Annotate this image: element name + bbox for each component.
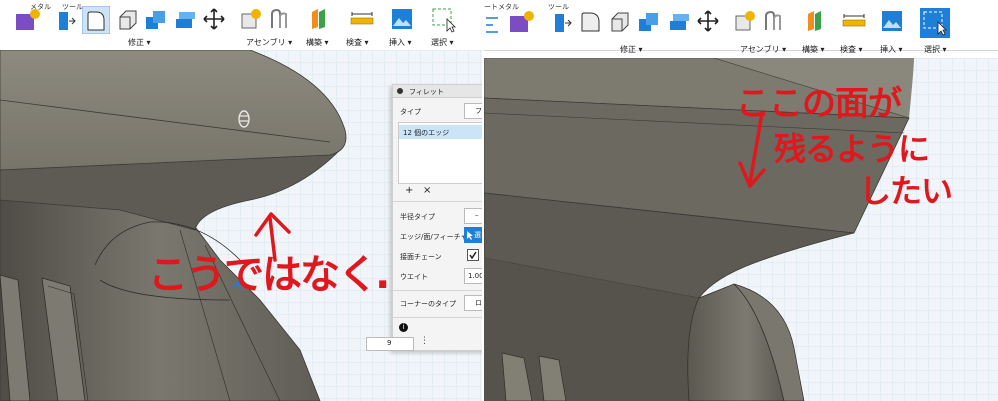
type-dropdown[interactable]: フ	[464, 103, 484, 119]
insert-image-icon[interactable]	[881, 10, 903, 32]
modify-group-label[interactable]: 修正 ▾	[620, 44, 643, 55]
weight-input[interactable]: 1.00	[464, 268, 484, 284]
assembly-group-label[interactable]: アセンブリ ▾	[246, 37, 292, 48]
corner-type-dropdown[interactable]: ロ	[464, 295, 484, 311]
radius-type-label: 半径タイプ	[400, 213, 435, 221]
insert-group-label[interactable]: 挿入 ▾	[880, 44, 903, 55]
combine-icon[interactable]	[637, 11, 661, 33]
toolbar: メタル ツール 修正 ▾ アセンブリ ▾ 構築 ▾ 検査 ▾ 挿入 ▾ 選択 ▾	[0, 0, 484, 51]
edge-select-button[interactable]: 選	[464, 227, 484, 243]
joint-icon[interactable]	[268, 8, 290, 30]
remove-icon[interactable]: ×	[423, 185, 431, 196]
add-icon[interactable]: +	[405, 185, 413, 196]
annotation-right-line1: ここの面が	[736, 84, 902, 124]
assembly-group-label[interactable]: アセンブリ ▾	[740, 44, 786, 55]
press-pull-icon[interactable]	[552, 11, 572, 35]
chamfer-icon[interactable]	[608, 11, 630, 33]
selection-list[interactable]: 12 個のエッジ	[398, 122, 484, 184]
offset-face-icon[interactable]	[173, 9, 197, 31]
more-icon[interactable]: ⋮	[420, 336, 429, 346]
insert-image-icon[interactable]	[391, 8, 413, 30]
toolbar: ートメタル ツール 修正 ▾ アセンブリ ▾ 構築 ▾ 検査 ▾ 挿入 ▾ 選択…	[484, 0, 998, 54]
3d-viewport[interactable]: ここの面が 残るように したい	[484, 58, 998, 401]
select-icon[interactable]	[920, 8, 950, 38]
new-component-icon[interactable]	[734, 10, 756, 32]
annotation-right-line2a: 残るように	[774, 130, 930, 168]
inspect-group-label[interactable]: 検査 ▾	[840, 44, 863, 55]
annotation-left: こうではなく…	[148, 252, 416, 298]
inspect-group-label[interactable]: 検査 ▾	[346, 37, 369, 48]
offset-plane-icon[interactable]	[310, 8, 328, 30]
tangent-chain-checkbox[interactable]	[467, 249, 479, 261]
tangent-chain-label: 接面チェーン	[400, 253, 442, 261]
fillet-icon[interactable]	[579, 10, 603, 34]
panel-title: フィレット	[409, 88, 444, 96]
panel-header: フィレット	[393, 85, 484, 98]
move-icon[interactable]	[697, 10, 719, 32]
move-icon[interactable]	[203, 8, 225, 30]
insert-group-label[interactable]: 挿入 ▾	[389, 37, 412, 48]
annotation-right-line2b: したい	[859, 172, 953, 210]
modify-group-label[interactable]: 修正 ▾	[128, 37, 151, 48]
construct-group-label[interactable]: 構築 ▾	[802, 44, 825, 55]
corner-type-label: コーナーのタイプ	[400, 300, 456, 308]
select-group-label[interactable]: 選択 ▾	[924, 44, 947, 55]
measure-icon[interactable]	[842, 14, 866, 28]
right-screenshot: ートメタル ツール 修正 ▾ アセンブリ ▾ 構築 ▾ 検査 ▾ 挿入 ▾ 選択…	[484, 0, 998, 401]
construct-group-label[interactable]: 構築 ▾	[306, 37, 329, 48]
info-icon[interactable]: i	[399, 323, 408, 332]
fillet-panel: フィレット タイプ フ 12 個のエッジ + × 半径タイプ – エッジ/面/フ…	[392, 84, 484, 351]
sheet-metal-icon[interactable]	[508, 10, 534, 36]
select-icon[interactable]	[431, 7, 457, 33]
3d-viewport[interactable]: こうではなく… フィレット タイプ フ 12 個のエッジ + × 半径タイプ –	[0, 50, 484, 401]
press-pull-icon[interactable]	[56, 9, 76, 33]
offset-plane-icon[interactable]	[806, 10, 824, 32]
sketch-icon[interactable]	[484, 14, 500, 36]
sheet-metal-icon[interactable]	[14, 8, 40, 34]
selection-item[interactable]: 12 個のエッジ	[399, 125, 484, 139]
joint-icon[interactable]	[762, 10, 784, 32]
offset-face-icon[interactable]	[667, 11, 691, 33]
left-screenshot: メタル ツール 修正 ▾ アセンブリ ▾ 構築 ▾ 検査 ▾ 挿入 ▾ 選択 ▾…	[0, 0, 484, 401]
fillet-icon[interactable]	[82, 6, 110, 34]
value-input[interactable]: 9	[366, 337, 414, 351]
type-label: タイプ	[400, 108, 421, 116]
measure-icon[interactable]	[350, 12, 374, 26]
combine-icon[interactable]	[144, 9, 168, 31]
new-component-icon[interactable]	[240, 8, 262, 30]
edge-feature-label: エッジ/面/フィーチャ	[400, 233, 468, 241]
radius-type-dropdown[interactable]: –	[464, 208, 484, 224]
chamfer-icon[interactable]	[116, 9, 138, 31]
collapse-icon[interactable]	[397, 88, 403, 94]
weight-label: ウエイト	[400, 273, 428, 281]
select-group-label[interactable]: 選択 ▾	[431, 37, 454, 48]
